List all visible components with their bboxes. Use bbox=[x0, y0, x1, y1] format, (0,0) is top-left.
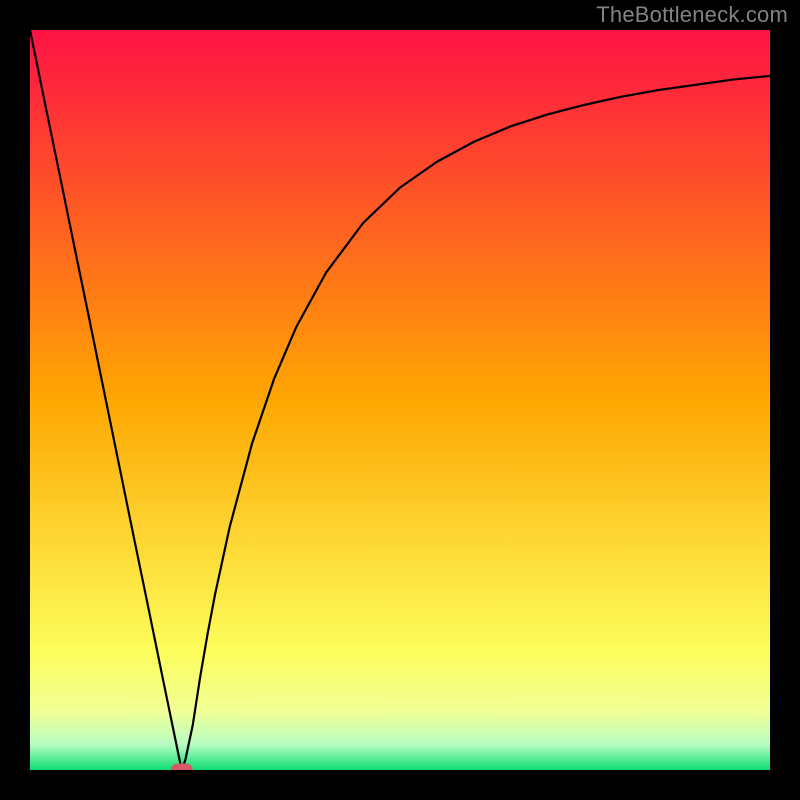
chart-frame: TheBottleneck.com bbox=[0, 0, 800, 800]
watermark-label: TheBottleneck.com bbox=[596, 2, 788, 28]
plot-area bbox=[30, 30, 770, 770]
chart-svg bbox=[30, 30, 770, 770]
chart-background bbox=[30, 30, 770, 770]
